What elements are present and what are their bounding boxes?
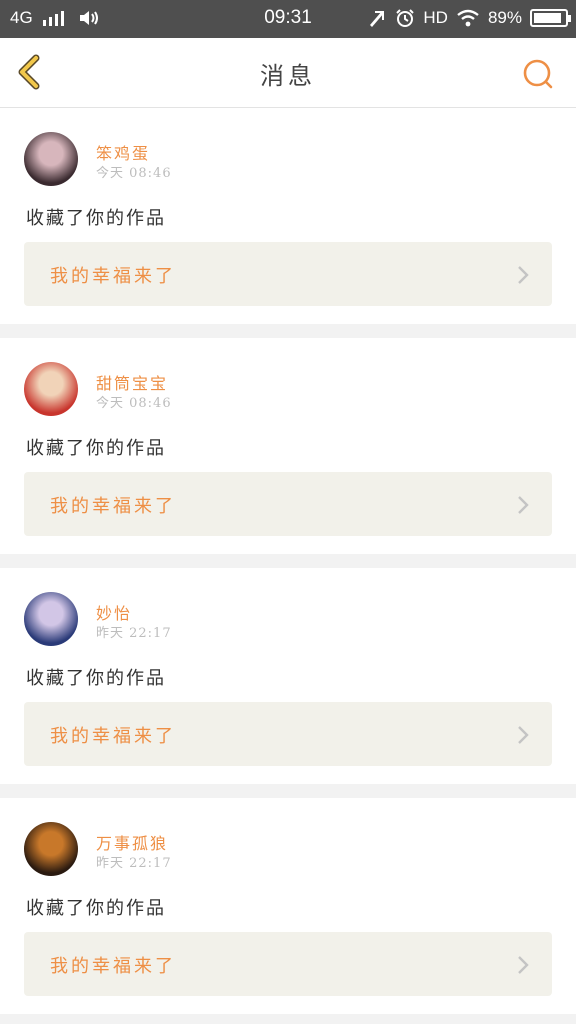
message-card: 妙怡 昨天 22:17 收藏了你的作品 我的幸福来了	[0, 568, 576, 784]
message-card: 笨鸡蛋 今天 08:46 收藏了你的作品 我的幸福来了	[0, 108, 576, 324]
message-time: 今天 08:46	[96, 396, 172, 411]
message-action: 收藏了你的作品	[26, 208, 166, 229]
work-link[interactable]: 我的幸福来了	[24, 702, 552, 766]
chevron-right-icon	[518, 496, 529, 514]
battery-fill	[534, 13, 561, 23]
page-title: 消息	[260, 62, 316, 90]
message-list: 笨鸡蛋 今天 08:46 收藏了你的作品 我的幸福来了 甜筒宝宝 今天 08:4…	[0, 108, 576, 1024]
status-bar: 4G 09:31 HD 89%	[0, 0, 576, 38]
work-title: 我的幸福来了	[50, 496, 176, 517]
search-button[interactable]	[520, 56, 556, 92]
alarm-icon	[396, 9, 415, 27]
avatar[interactable]	[24, 592, 78, 646]
message-time: 今天 08:46	[96, 166, 172, 181]
username[interactable]: 甜筒宝宝	[96, 370, 168, 394]
message-action: 收藏了你的作品	[26, 668, 166, 689]
work-link[interactable]: 我的幸福来了	[24, 242, 552, 306]
message-time: 昨天 22:17	[96, 856, 172, 871]
message-action: 收藏了你的作品	[26, 898, 166, 919]
message-time: 昨天 22:17	[96, 626, 172, 641]
work-title: 我的幸福来了	[50, 956, 176, 977]
avatar[interactable]	[24, 132, 78, 186]
search-icon	[523, 59, 553, 89]
battery-percent: 89%	[487, 8, 522, 27]
avatar[interactable]	[24, 362, 78, 416]
username[interactable]: 万事孤狼	[96, 830, 168, 854]
nav-bar: 消息	[0, 38, 576, 108]
status-right: HD 89%	[367, 8, 571, 28]
chevron-right-icon	[518, 266, 529, 284]
work-title: 我的幸福来了	[50, 266, 176, 287]
wifi-icon	[457, 9, 479, 27]
message-action: 收藏了你的作品	[26, 438, 166, 459]
message-card: 甜筒宝宝 今天 08:46 收藏了你的作品 我的幸福来了	[0, 338, 576, 554]
username[interactable]: 妙怡	[96, 600, 132, 624]
username[interactable]: 笨鸡蛋	[96, 140, 150, 164]
work-link[interactable]: 我的幸福来了	[24, 472, 552, 536]
avatar[interactable]	[24, 822, 78, 876]
chevron-right-icon	[518, 726, 529, 744]
hd-label: HD	[423, 8, 448, 27]
work-title: 我的幸福来了	[50, 726, 176, 747]
work-link[interactable]: 我的幸福来了	[24, 932, 552, 996]
chevron-right-icon	[518, 956, 529, 974]
battery-icon	[530, 9, 571, 27]
message-card: 万事孤狼 昨天 22:17 收藏了你的作品 我的幸福来了	[0, 798, 576, 1014]
mute-icon	[370, 11, 385, 27]
